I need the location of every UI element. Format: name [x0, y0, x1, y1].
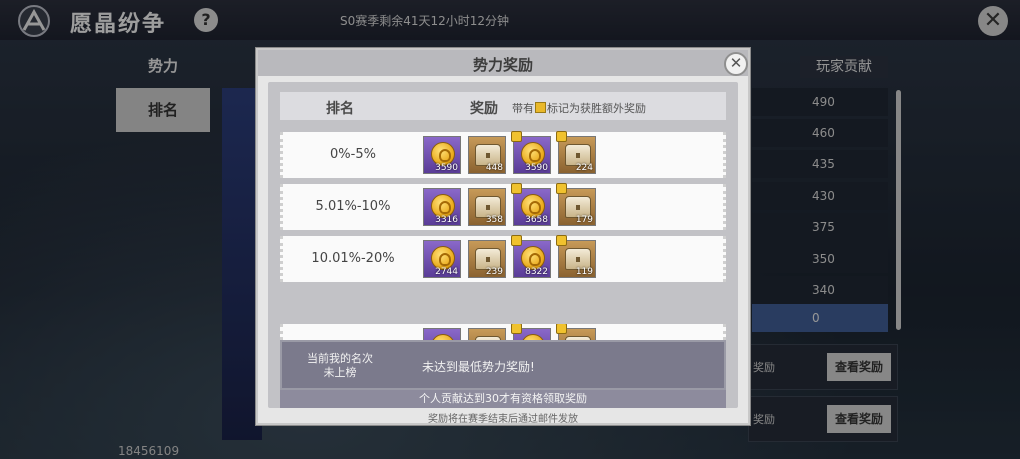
reward-item-chest[interactable]: 448	[468, 136, 506, 174]
reward-items: 3316 358 3658 179	[423, 183, 596, 226]
modal-title: 势力奖励	[472, 56, 533, 74]
bonus-note-prefix: 带有	[512, 102, 534, 115]
item-quantity: 224	[575, 163, 593, 173]
bonus-star-icon	[511, 131, 522, 142]
item-quantity: 3590	[435, 163, 458, 173]
reward-item-coin[interactable]: 3590	[511, 131, 551, 174]
item-quantity: 3316	[435, 215, 458, 225]
my-rank-title: 当前我的名次	[307, 352, 373, 365]
item-quantity: 358	[485, 215, 503, 225]
reward-item-coin[interactable]: 8322	[511, 235, 551, 278]
bonus-star-icon	[511, 183, 522, 194]
column-header-rank: 排名	[326, 101, 354, 117]
reward-items: 2744 239 8322 119	[423, 235, 596, 278]
bonus-note: 带有 标记为获胜额外奖励	[512, 100, 646, 116]
bonus-star-icon	[556, 324, 567, 334]
reward-item-coin[interactable]: 3316	[423, 188, 461, 226]
item-quantity: 3658	[525, 215, 548, 225]
my-rank-message: 未达到最低势力奖励!	[422, 360, 535, 374]
bonus-star-icon	[511, 324, 522, 334]
reward-item-coin[interactable]: 3590	[423, 136, 461, 174]
faction-reward-modal: 势力奖励 ✕ 排名 奖励 带有 标记为获胜额外奖励 0%-5% 3590 448 …	[256, 48, 750, 425]
reward-items: 3590 448 3590 224	[423, 131, 596, 174]
bonus-star-icon	[556, 183, 567, 194]
footer-note: 奖励将在赛季结束后通过邮件发放	[428, 414, 578, 425]
rank-range: 0%-5%	[330, 147, 376, 162]
reward-item-chest[interactable]: 119	[556, 235, 596, 278]
my-rank-panel: 当前我的名次 未上榜 未达到最低势力奖励!	[280, 340, 726, 390]
reward-item-chest[interactable]: 358	[468, 188, 506, 226]
item-quantity: 3590	[525, 163, 548, 173]
bonus-star-icon	[556, 131, 567, 142]
bonus-note-suffix: 标记为获胜额外奖励	[547, 102, 646, 115]
item-quantity: 119	[575, 267, 593, 277]
bonus-star-icon	[556, 235, 567, 246]
reward-item-coin[interactable]: 2744	[423, 240, 461, 278]
reward-item-chest[interactable]: 224	[556, 131, 596, 174]
bonus-star-icon	[535, 102, 546, 113]
item-quantity: 448	[485, 163, 503, 173]
rank-range: 10.01%-20%	[311, 251, 395, 266]
item-quantity: 239	[485, 267, 503, 277]
item-quantity: 2744	[435, 267, 458, 277]
bonus-star-icon	[511, 235, 522, 246]
modal-header: 势力奖励 ✕	[258, 50, 748, 76]
reward-item-chest[interactable]: 239	[468, 240, 506, 278]
contribution-requirement: 个人贡献达到30才有资格领取奖励	[280, 390, 726, 408]
reward-table: 排名 奖励 带有 标记为获胜额外奖励 0%-5% 3590 448 3590 22…	[268, 82, 738, 408]
my-rank-label: 当前我的名次 未上榜	[300, 352, 380, 380]
column-header-reward: 奖励	[470, 101, 498, 117]
table-row: 5.01%-10% 3316 358 3658 179	[280, 183, 726, 230]
close-icon[interactable]: ✕	[724, 52, 748, 76]
my-rank-value: 未上榜	[323, 366, 357, 379]
table-row: 0%-5% 3590 448 3590 224	[280, 131, 726, 178]
item-quantity: 8322	[525, 267, 548, 277]
table-row: 10.01%-20% 2744 239 8322 119	[280, 235, 726, 282]
item-quantity: 179	[575, 215, 593, 225]
rank-range: 5.01%-10%	[315, 199, 391, 214]
table-header: 排名 奖励 带有 标记为获胜额外奖励	[280, 92, 726, 120]
reward-item-coin[interactable]: 3658	[511, 183, 551, 226]
reward-item-chest[interactable]: 179	[556, 183, 596, 226]
